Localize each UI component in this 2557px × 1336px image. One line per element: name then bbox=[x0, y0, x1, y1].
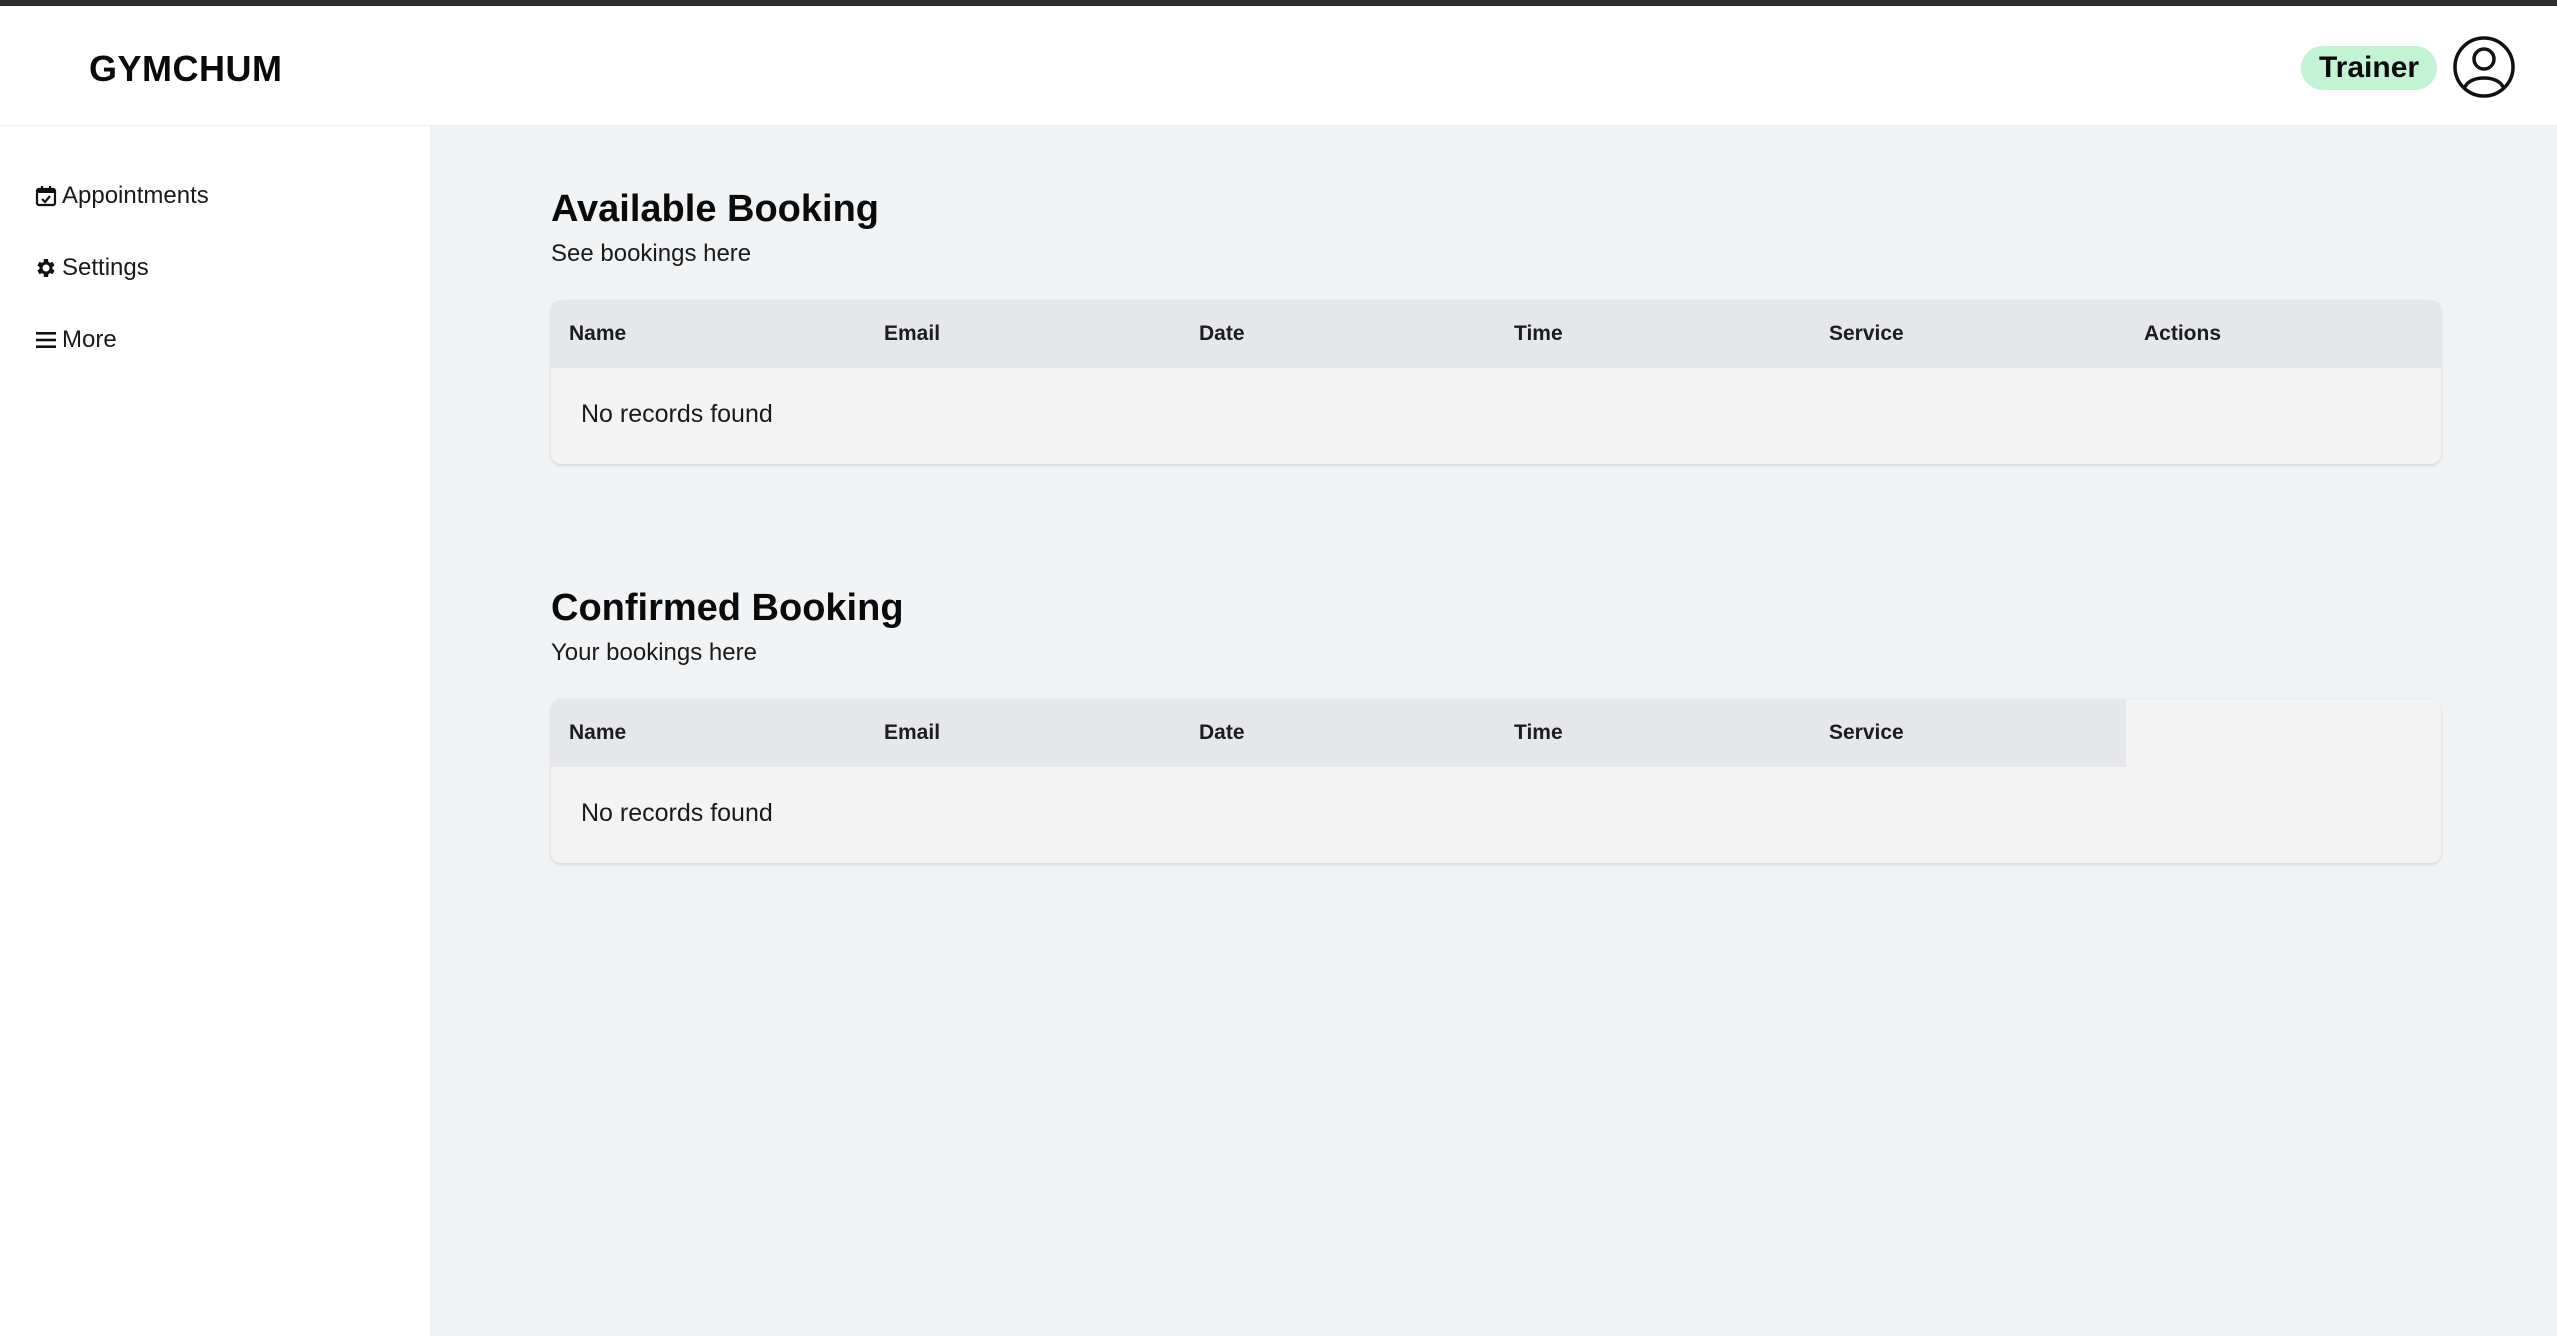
column-header-time: Time bbox=[1514, 322, 1563, 345]
calendar-check-icon bbox=[34, 184, 58, 208]
available-booking-subtitle: See bookings here bbox=[551, 240, 752, 267]
confirmed-booking-title: Confirmed Booking bbox=[551, 587, 904, 629]
sidebar-item-appointments[interactable]: Appointments bbox=[34, 178, 209, 214]
sidebar-item-label: Settings bbox=[62, 254, 149, 281]
gear-icon bbox=[34, 256, 58, 280]
column-header-date: Date bbox=[1199, 721, 1245, 744]
sidebar-item-label: Appointments bbox=[62, 182, 209, 209]
column-header-time: Time bbox=[1514, 721, 1563, 744]
user-avatar-icon[interactable] bbox=[2452, 35, 2516, 99]
empty-state-message: No records found bbox=[581, 799, 773, 827]
column-header-actions: Actions bbox=[2144, 322, 2222, 345]
empty-state-message: No records found bbox=[581, 400, 773, 428]
confirmed-booking-subtitle: Your bookings here bbox=[551, 639, 757, 666]
available-bookings-table: Name Email Date Time Service Actions No … bbox=[551, 300, 2441, 464]
table-header: Name Email Date Time Service bbox=[551, 699, 2126, 767]
column-header-service: Service bbox=[1829, 721, 1904, 744]
sidebar-item-settings[interactable]: Settings bbox=[34, 250, 149, 286]
column-header-name: Name bbox=[569, 322, 627, 345]
column-header-email: Email bbox=[884, 322, 941, 345]
available-booking-title: Available Booking bbox=[551, 188, 879, 230]
column-header-email: Email bbox=[884, 721, 941, 744]
sidebar: Appointments Settings More bbox=[0, 126, 431, 1336]
top-header: GYMCHUM Trainer bbox=[0, 6, 2557, 126]
hamburger-menu-icon bbox=[34, 328, 58, 352]
brand-logo-text[interactable]: GYMCHUM bbox=[89, 48, 282, 90]
confirmed-bookings-table: Name Email Date Time Service No records … bbox=[551, 699, 2441, 863]
table-header: Name Email Date Time Service Actions bbox=[551, 300, 2441, 368]
column-header-name: Name bbox=[569, 721, 627, 744]
column-header-date: Date bbox=[1199, 322, 1245, 345]
role-badge: Trainer bbox=[2301, 46, 2438, 90]
main-content: Available Booking See bookings here Name… bbox=[431, 126, 2557, 1336]
sidebar-item-label: More bbox=[62, 326, 117, 353]
sidebar-item-more[interactable]: More bbox=[34, 322, 117, 358]
column-header-service: Service bbox=[1829, 322, 1904, 345]
